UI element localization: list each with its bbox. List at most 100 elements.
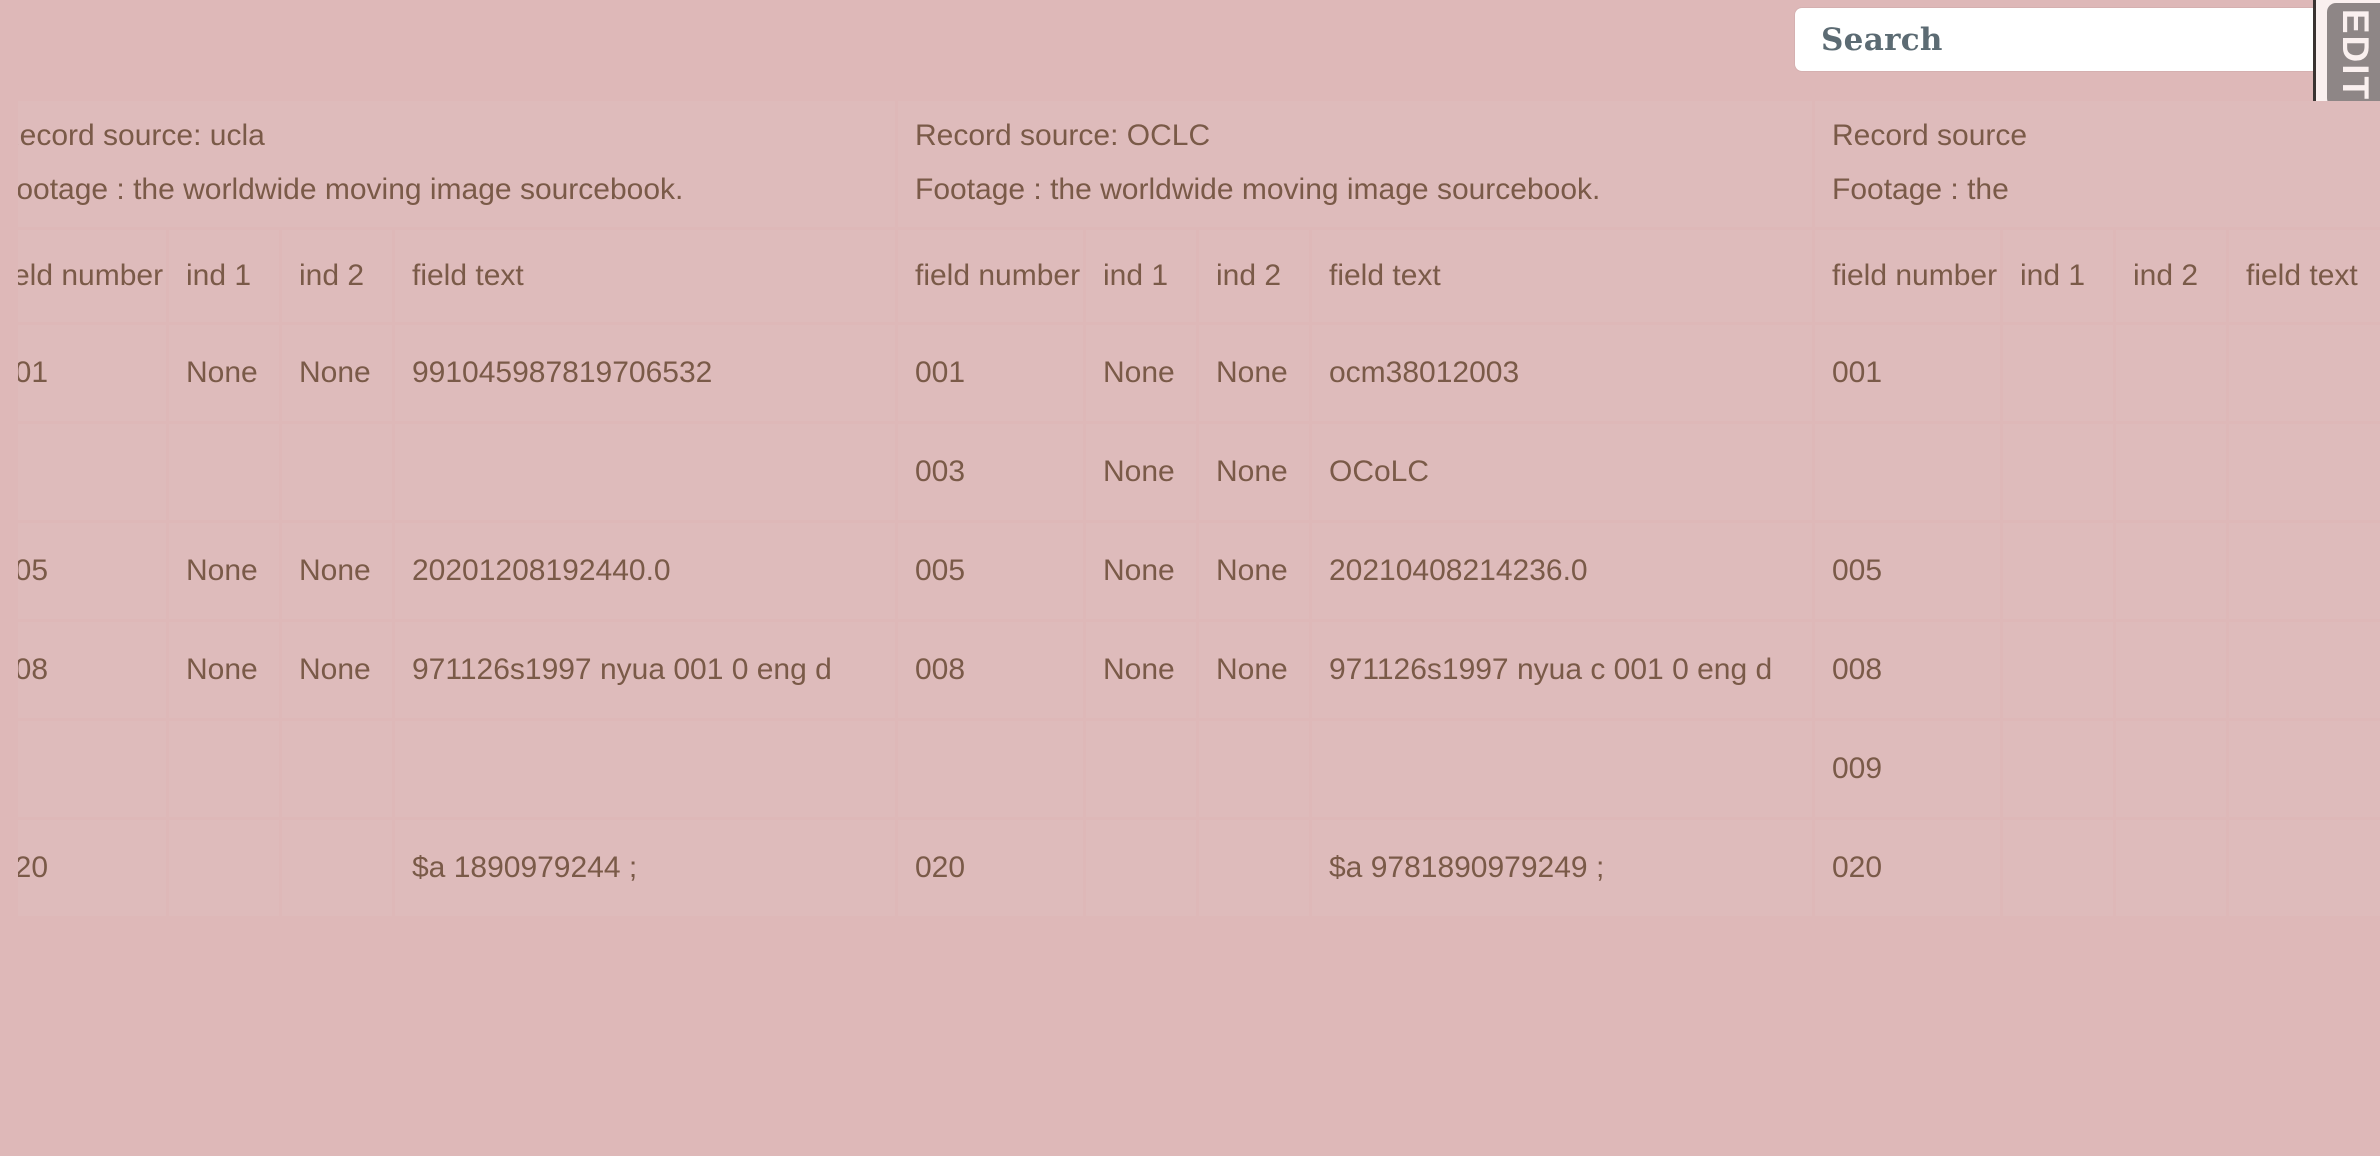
cell-left-field-text[interactable] — [395, 721, 895, 817]
cell-left-ind2[interactable]: None — [282, 523, 392, 619]
edit-tab-button[interactable]: EDIT — [2327, 3, 2380, 107]
cell-middle-ind1[interactable]: None — [1086, 325, 1196, 421]
cell-middle-ind1[interactable]: None — [1086, 424, 1196, 520]
cell-right-ind2[interactable] — [2116, 523, 2226, 619]
group-header-middle-source: Record source: OCLC — [915, 119, 1211, 153]
cell-right-ind2[interactable] — [2116, 820, 2226, 916]
column-header-ind2-left[interactable]: ind 2 — [282, 230, 392, 322]
cell-left-ind1[interactable]: None — [169, 523, 279, 619]
cell-right-field-number[interactable]: 009 — [1815, 721, 2000, 817]
cell-right-field-number[interactable]: 008 — [1815, 622, 2000, 718]
cell-middle-ind2[interactable]: None — [1199, 622, 1309, 718]
cell-middle-field-text[interactable]: ocm38012003 — [1312, 325, 1812, 421]
cell-left-field-text[interactable]: 991045987819706532 — [395, 325, 895, 421]
cell-left-ind1[interactable] — [169, 424, 279, 520]
cell-middle-field-number[interactable]: 020 — [898, 820, 1083, 916]
cell-left-field-number[interactable]: 001 — [18, 325, 166, 421]
edit-tab-label: EDIT — [2335, 8, 2376, 102]
cell-left-field-text[interactable]: 971126s1997 nyua 001 0 eng d — [395, 622, 895, 718]
cell-right-field-text[interactable] — [2229, 820, 2380, 916]
table-row: 005NoneNone20201208192440.0005NoneNone20… — [18, 523, 2380, 619]
group-header-right-source: Record source — [1832, 119, 2028, 153]
cell-left-ind2[interactable] — [282, 721, 392, 817]
column-header-ind2-middle[interactable]: ind 2 — [1199, 230, 1309, 322]
cell-right-ind1[interactable] — [2003, 325, 2113, 421]
column-header-field-number-middle[interactable]: field number — [898, 230, 1083, 322]
cell-left-ind2[interactable] — [282, 820, 392, 916]
cell-middle-field-number[interactable]: 003 — [898, 424, 1083, 520]
column-header-field-number-right[interactable]: field number — [1815, 230, 2000, 322]
table-scroll-area[interactable]: Record source: ucla Footage : the worldw… — [18, 98, 2380, 1156]
cell-right-field-number[interactable]: 020 — [1815, 820, 2000, 916]
cell-middle-ind1[interactable]: None — [1086, 523, 1196, 619]
search-input[interactable] — [1819, 20, 2298, 59]
column-header-field-text-left[interactable]: field text — [395, 230, 895, 322]
column-header-field-number-left[interactable]: field number — [18, 230, 166, 322]
cell-left-ind1[interactable] — [169, 820, 279, 916]
column-header-ind1-right[interactable]: ind 1 — [2003, 230, 2113, 322]
cell-right-field-number[interactable] — [1815, 424, 2000, 520]
group-header-middle-title: Footage : the worldwide moving image sou… — [915, 173, 1601, 206]
cell-left-ind1[interactable]: None — [169, 325, 279, 421]
cell-left-ind2[interactable]: None — [282, 622, 392, 718]
table-header: Record source: ucla Footage : the worldw… — [18, 101, 2380, 322]
column-header-ind2-right[interactable]: ind 2 — [2116, 230, 2226, 322]
cell-right-ind2[interactable] — [2116, 424, 2226, 520]
cell-left-field-text[interactable]: $a 1890979244 ; — [395, 820, 895, 916]
cell-middle-ind1[interactable] — [1086, 820, 1196, 916]
column-header-ind1-left[interactable]: ind 1 — [169, 230, 279, 322]
cell-right-ind1[interactable] — [2003, 820, 2113, 916]
cell-left-field-text[interactable]: 20201208192440.0 — [395, 523, 895, 619]
cell-middle-field-number[interactable] — [898, 721, 1083, 817]
cell-left-field-number[interactable]: 020 — [18, 820, 166, 916]
cell-middle-field-text[interactable]: 971126s1997 nyua c 001 0 eng d — [1312, 622, 1812, 718]
cell-left-field-number[interactable] — [18, 424, 166, 520]
cell-right-field-text[interactable] — [2229, 523, 2380, 619]
cell-left-ind1[interactable] — [169, 721, 279, 817]
column-header-field-text-right[interactable]: field text — [2229, 230, 2380, 322]
group-header-left-source: Record source: ucla — [18, 119, 265, 153]
cell-right-field-number[interactable]: 001 — [1815, 325, 2000, 421]
table-row: 003 None None OCoLC — [18, 424, 2380, 520]
cell-right-field-text[interactable] — [2229, 721, 2380, 817]
group-header-left-title: Footage : the worldwide moving image sou… — [18, 173, 684, 206]
cell-middle-ind1[interactable]: None — [1086, 622, 1196, 718]
cell-right-ind1[interactable] — [2003, 622, 2113, 718]
column-header-row: field number ind 1 ind 2 field text fiel… — [18, 230, 2380, 322]
cell-left-field-number[interactable]: 005 — [18, 523, 166, 619]
cell-right-ind2[interactable] — [2116, 325, 2226, 421]
cell-right-ind2[interactable] — [2116, 721, 2226, 817]
cell-right-field-number[interactable]: 005 — [1815, 523, 2000, 619]
cell-right-field-text[interactable] — [2229, 424, 2380, 520]
cell-middle-ind1[interactable] — [1086, 721, 1196, 817]
cell-middle-field-number[interactable]: 001 — [898, 325, 1083, 421]
cell-middle-field-number[interactable]: 005 — [898, 523, 1083, 619]
cell-middle-ind2[interactable] — [1199, 721, 1309, 817]
cell-middle-ind2[interactable]: None — [1199, 523, 1309, 619]
cell-right-ind1[interactable] — [2003, 721, 2113, 817]
cell-middle-field-text[interactable] — [1312, 721, 1812, 817]
group-header-row: Record source: ucla Footage : the worldw… — [18, 101, 2380, 227]
cell-middle-ind2[interactable] — [1199, 820, 1309, 916]
column-header-ind1-middle[interactable]: ind 1 — [1086, 230, 1196, 322]
cell-left-ind1[interactable]: None — [169, 622, 279, 718]
column-header-field-text-middle[interactable]: field text — [1312, 230, 1812, 322]
cell-left-field-number[interactable] — [18, 721, 166, 817]
cell-right-ind1[interactable] — [2003, 424, 2113, 520]
cell-right-field-text[interactable] — [2229, 622, 2380, 718]
cell-left-field-number[interactable]: 008 — [18, 622, 166, 718]
search-box[interactable] — [1795, 8, 2322, 71]
cell-right-field-text[interactable] — [2229, 325, 2380, 421]
cell-left-ind2[interactable]: None — [282, 325, 392, 421]
cell-middle-field-text[interactable]: $a 9781890979249 ; — [1312, 820, 1812, 916]
cell-left-ind2[interactable] — [282, 424, 392, 520]
cell-middle-field-text[interactable]: 20210408214236.0 — [1312, 523, 1812, 619]
cell-middle-field-text[interactable]: OCoLC — [1312, 424, 1812, 520]
cell-middle-ind2[interactable]: None — [1199, 424, 1309, 520]
page-root: EDIT Record source: ucla Footage : the w… — [0, 0, 2380, 1156]
cell-middle-field-number[interactable]: 008 — [898, 622, 1083, 718]
cell-right-ind2[interactable] — [2116, 622, 2226, 718]
cell-left-field-text[interactable] — [395, 424, 895, 520]
cell-middle-ind2[interactable]: None — [1199, 325, 1309, 421]
cell-right-ind1[interactable] — [2003, 523, 2113, 619]
